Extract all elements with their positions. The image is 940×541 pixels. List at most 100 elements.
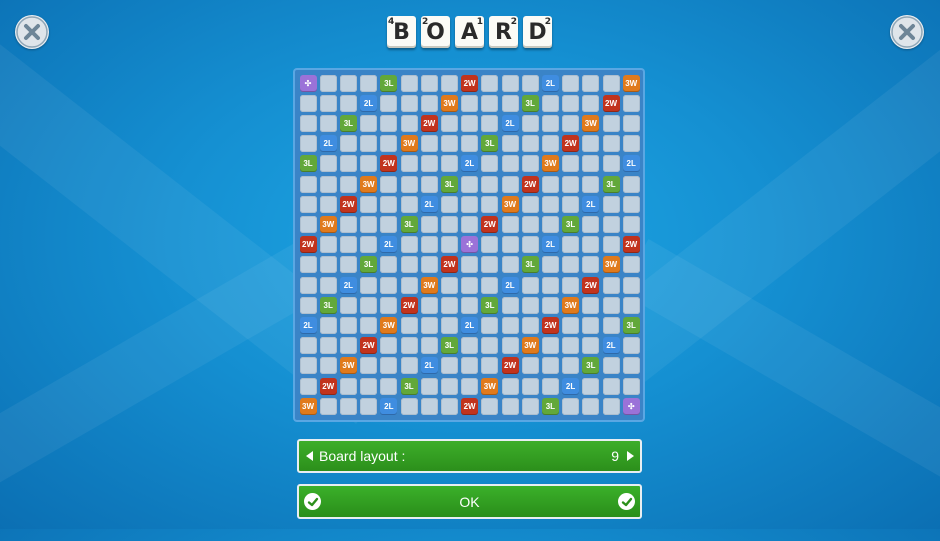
board-cell[interactable] (299, 215, 317, 233)
bonus-cell-3L[interactable]: 3L (481, 296, 499, 314)
bonus-cell-2W[interactable]: 2W (602, 94, 620, 112)
board-cell[interactable] (461, 215, 479, 233)
board-cell[interactable] (360, 195, 378, 213)
bonus-cell-3L[interactable]: 3L (319, 296, 337, 314)
bonus-cell-2L[interactable]: 2L (602, 337, 620, 355)
board-cell[interactable] (420, 74, 438, 92)
board-cell[interactable] (582, 155, 600, 173)
board-cell[interactable] (501, 316, 519, 334)
board-cell[interactable] (501, 256, 519, 274)
board-cell[interactable] (319, 155, 337, 173)
bonus-cell-3W[interactable]: 3W (622, 74, 640, 92)
board-cell[interactable] (299, 256, 317, 274)
board-cell[interactable] (319, 276, 337, 294)
bonus-cell-3L[interactable]: 3L (440, 337, 458, 355)
board-cell[interactable] (602, 296, 620, 314)
board-cell[interactable] (440, 195, 458, 213)
bonus-cell-3W[interactable]: 3W (521, 337, 539, 355)
board-cell[interactable] (521, 357, 539, 375)
board-cell[interactable] (319, 74, 337, 92)
board-cell[interactable] (521, 296, 539, 314)
board-cell[interactable] (521, 316, 539, 334)
board-cell[interactable] (461, 256, 479, 274)
board-cell[interactable] (440, 276, 458, 294)
board-cell[interactable] (400, 357, 418, 375)
board-cell[interactable] (360, 357, 378, 375)
board-cell[interactable] (360, 397, 378, 415)
board-cell[interactable] (501, 175, 519, 193)
bonus-cell-2W[interactable]: 2W (360, 337, 378, 355)
board-cell[interactable] (380, 195, 398, 213)
board-cell[interactable] (461, 377, 479, 395)
board-cell[interactable] (622, 215, 640, 233)
board-cell[interactable] (420, 256, 438, 274)
board-cell[interactable] (622, 195, 640, 213)
board-cell[interactable] (602, 397, 620, 415)
bonus-cell-3W[interactable]: 3W (400, 135, 418, 153)
previous-layout-arrow-icon[interactable] (306, 451, 313, 461)
board-cell[interactable] (541, 377, 559, 395)
board-cell[interactable] (562, 337, 580, 355)
board-cell[interactable] (602, 135, 620, 153)
board-cell[interactable] (481, 114, 499, 132)
board-cell[interactable] (380, 357, 398, 375)
board-cell[interactable] (562, 155, 580, 173)
board-cell[interactable] (380, 377, 398, 395)
board-cell[interactable] (481, 236, 499, 254)
board-cell[interactable] (582, 94, 600, 112)
board-cell[interactable] (299, 135, 317, 153)
bonus-cell-2W[interactable]: 2W (541, 316, 559, 334)
board-cell[interactable] (400, 94, 418, 112)
bonus-cell-2L[interactable]: 2L (461, 316, 479, 334)
bonus-cell-3L[interactable]: 3L (380, 74, 398, 92)
board-cell[interactable] (380, 337, 398, 355)
board-cell[interactable] (602, 316, 620, 334)
board-cell[interactable] (380, 94, 398, 112)
board-cell[interactable] (400, 316, 418, 334)
board-cell[interactable] (501, 94, 519, 112)
board-cell[interactable] (562, 114, 580, 132)
board-cell[interactable] (440, 114, 458, 132)
board-cell[interactable] (501, 215, 519, 233)
board-cell[interactable] (541, 195, 559, 213)
bonus-cell-3L[interactable]: 3L (541, 397, 559, 415)
board-cell[interactable] (481, 276, 499, 294)
board-cell[interactable] (339, 397, 357, 415)
board-cell[interactable] (360, 74, 378, 92)
bonus-cell-2L[interactable]: 2L (461, 155, 479, 173)
board-cell[interactable] (440, 377, 458, 395)
bonus-cell-3W[interactable]: 3W (319, 215, 337, 233)
bonus-cell-2W[interactable]: 2W (319, 377, 337, 395)
board-cell[interactable] (622, 175, 640, 193)
board-cell[interactable] (380, 135, 398, 153)
board-cell[interactable] (339, 215, 357, 233)
board-cell[interactable] (440, 155, 458, 173)
board-cell[interactable] (582, 135, 600, 153)
bonus-cell-3L[interactable]: 3L (299, 155, 317, 173)
board-cell[interactable] (562, 94, 580, 112)
board-cell[interactable] (582, 74, 600, 92)
board-cell[interactable] (622, 114, 640, 132)
board-cell[interactable] (562, 236, 580, 254)
bonus-cell-2W[interactable]: 2W (481, 215, 499, 233)
board-cell[interactable] (420, 236, 438, 254)
bonus-cell-3L[interactable]: 3L (521, 94, 539, 112)
board-cell[interactable] (400, 175, 418, 193)
board-cell[interactable] (360, 135, 378, 153)
board-cell[interactable] (339, 94, 357, 112)
board-cell[interactable] (420, 377, 438, 395)
board-cell[interactable] (582, 256, 600, 274)
board-cell[interactable] (440, 135, 458, 153)
bonus-cell-2L[interactable]: 2L (360, 94, 378, 112)
board-cell[interactable] (380, 114, 398, 132)
bonus-cell-2L[interactable]: 2L (562, 377, 580, 395)
bonus-cell-2L[interactable]: 2L (380, 397, 398, 415)
bonus-cell-3L[interactable]: 3L (400, 377, 418, 395)
board-cell[interactable] (339, 256, 357, 274)
board-cell[interactable] (461, 276, 479, 294)
board-cell[interactable] (461, 357, 479, 375)
board-cell[interactable] (299, 357, 317, 375)
bonus-cell-2W[interactable]: 2W (420, 114, 438, 132)
board-cell[interactable] (461, 296, 479, 314)
board-cell[interactable] (562, 195, 580, 213)
